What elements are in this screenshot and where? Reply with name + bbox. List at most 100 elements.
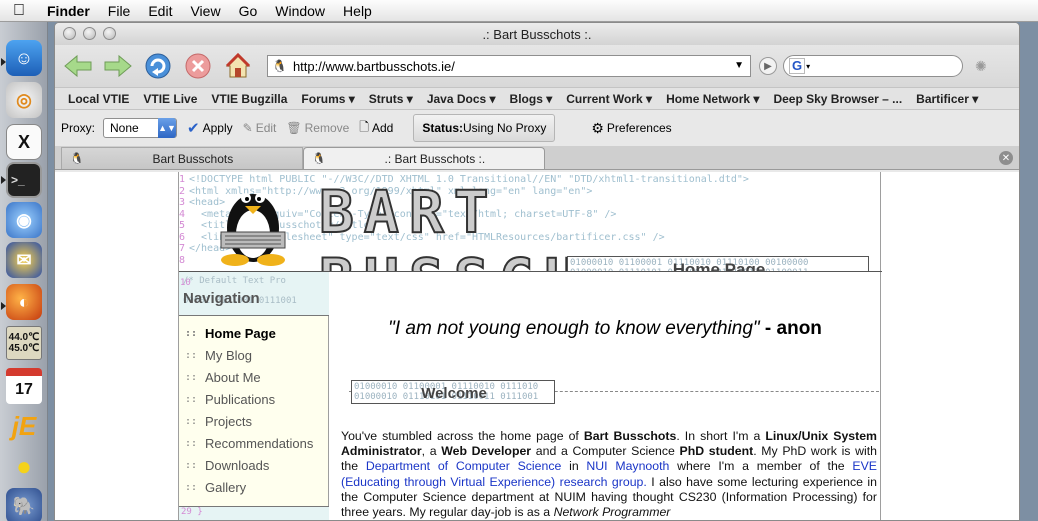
menu-app-finder[interactable]: Finder: [38, 3, 99, 19]
proxy-status-button[interactable]: Status: Using No Proxy: [413, 114, 556, 142]
tab-bart-busschots[interactable]: 🐧 Bart Busschots: [61, 147, 303, 169]
apply-proxy-button[interactable]: ✔ Apply: [187, 119, 233, 137]
welcome-title: Welcome: [421, 385, 487, 402]
system-app-icon[interactable]: ◎: [6, 82, 42, 118]
window-titlebar[interactable]: .: Bart Busschots :.: [55, 23, 1019, 45]
stop-icon: [185, 53, 211, 79]
navigation-title: Navigation: [183, 290, 260, 307]
page-title: Home Page: [672, 260, 766, 272]
bookmark-folder-bartificer[interactable]: Bartificer ▾: [909, 92, 985, 106]
tab-favicon-icon: 🐧: [312, 153, 326, 165]
edit-proxy-button[interactable]: ✎ Edit: [243, 121, 277, 135]
main-content: "I am not young enough to know everythin…: [331, 272, 879, 520]
navigation-list: :: Home Page :: My Blog :: About Me :: Publi…: [179, 322, 313, 498]
site-header: 1 <!DOCTYPE html PUBLIC "-//W3C//DTD XHTM…: [179, 172, 882, 272]
menu-go[interactable]: Go: [230, 3, 267, 19]
minimize-window-button[interactable]: [83, 27, 96, 40]
url-bar[interactable]: 🐧 http://www.bartbusschots.ie/ ▼: [267, 55, 751, 77]
link-department-of-computer-science[interactable]: Department of Computer Science: [366, 459, 562, 473]
search-box[interactable]: G ▾: [783, 55, 963, 77]
menu-edit[interactable]: Edit: [139, 3, 181, 19]
add-proxy-button[interactable]: 🗋 Add: [359, 118, 393, 139]
x11-icon[interactable]: X: [6, 124, 42, 160]
home-icon: [225, 52, 251, 78]
remove-label: Remove: [304, 121, 350, 135]
menu-window[interactable]: Window: [266, 3, 334, 19]
thunderbird-icon[interactable]: ✉: [6, 242, 42, 278]
nav-item-downloads[interactable]: :: Downloads: [179, 454, 313, 476]
proxy-select[interactable]: None ▲▼: [103, 118, 178, 138]
bookmark-vtie-bugzilla[interactable]: VTIE Bugzilla: [204, 92, 294, 106]
nav-item-home-page[interactable]: :: Home Page: [179, 322, 313, 344]
back-button[interactable]: [61, 49, 95, 83]
dock: ☺ ◎ X >_ ◉ ✉ ◐ 44.0℃ 45.0℃ 17 jE ● 🐘: [0, 22, 48, 521]
close-tab-icon[interactable]: ✕: [999, 151, 1013, 165]
temp-reading-2: 45.0℃: [8, 343, 40, 354]
quote: "I am not young enough to know everythin…: [331, 318, 879, 340]
go-button[interactable]: ▶: [759, 57, 777, 75]
network-utility-icon[interactable]: ◉: [6, 202, 42, 238]
zoom-window-button[interactable]: [103, 27, 116, 40]
postgres-icon[interactable]: 🐘: [6, 488, 42, 521]
nav-item-projects[interactable]: :: Projects: [179, 410, 313, 432]
ical-icon[interactable]: 17: [6, 368, 42, 404]
bookmark-deep-sky-browser[interactable]: Deep Sky Browser – ...: [766, 92, 909, 106]
select-arrows-icon: ▲▼: [158, 118, 177, 138]
proxy-toolbar: Proxy: None ▲▼ ✔ Apply ✎ Edit 🗑 Remove 🗋…: [55, 110, 1019, 146]
nav-item-about-me[interactable]: :: About Me: [179, 366, 313, 388]
tab-label: Bart Busschots: [152, 151, 234, 166]
checkmark-icon: ✔: [187, 120, 200, 137]
bookmark-folder-home-network[interactable]: Home Network ▾: [659, 92, 766, 106]
tab-label: .: Bart Busschots :.: [384, 151, 486, 166]
home-button[interactable]: [221, 49, 255, 83]
url-history-dropdown-icon[interactable]: ▼: [734, 60, 744, 71]
nav-item-recommendations[interactable]: :: Recommendations: [179, 432, 313, 454]
forward-arrow-icon: [104, 54, 132, 78]
finder-icon[interactable]: ☺: [6, 40, 42, 76]
bookmark-local-vtie[interactable]: Local VTIE: [61, 92, 136, 106]
nav-item-gallery[interactable]: :: Gallery: [179, 476, 313, 498]
edit-label: Edit: [255, 121, 277, 135]
site-favicon: 🐧: [272, 59, 287, 73]
link-nui-maynooth[interactable]: NUI Maynooth: [586, 459, 669, 473]
tab-bart-busschots-active[interactable]: 🐧 .: Bart Busschots :.: [303, 147, 545, 169]
jedit-icon[interactable]: jE: [6, 408, 42, 444]
close-window-button[interactable]: [63, 27, 76, 40]
bookmarks-toolbar: Local VTIE VTIE Live VTIE Bugzilla Forum…: [55, 87, 1019, 110]
stop-button[interactable]: [181, 49, 215, 83]
forward-button[interactable]: [101, 49, 135, 83]
google-search-icon[interactable]: G: [789, 58, 806, 74]
reload-button[interactable]: [141, 49, 175, 83]
terminal-icon[interactable]: >_: [6, 162, 42, 198]
temp-reading-1: 44.0℃: [8, 332, 40, 343]
bookmark-vtie-live[interactable]: VTIE Live: [136, 92, 204, 106]
bookmark-folder-forums[interactable]: Forums ▾: [294, 92, 361, 106]
apple-menu-icon[interactable]: : [0, 2, 38, 20]
nav-item-publications[interactable]: :: Publications: [179, 388, 313, 410]
bookmark-folder-blogs[interactable]: Blogs ▾: [503, 92, 560, 106]
tux-penguin-logo-icon: [220, 193, 286, 266]
remove-proxy-button[interactable]: 🗑 Remove: [286, 121, 349, 135]
go-arrow-icon: ▶: [764, 60, 772, 72]
temperature-monitor[interactable]: 44.0℃ 45.0℃: [6, 326, 42, 360]
menubar:  Finder File Edit View Go Window Help: [0, 0, 1038, 22]
firefox-icon[interactable]: ◐: [6, 284, 42, 320]
bookmark-folder-java-docs[interactable]: Java Docs ▾: [420, 92, 503, 106]
page-viewport[interactable]: 1 <!DOCTYPE html PUBLIC "-//W3C//DTD XHTM…: [55, 172, 1019, 520]
preferences-label: Preferences: [606, 121, 672, 135]
search-engine-dropdown-icon[interactable]: ▾: [806, 62, 810, 71]
bookmark-folder-current-work[interactable]: Current Work ▾: [559, 92, 659, 106]
cyberduck-icon[interactable]: ●: [6, 448, 42, 484]
page-heading-box: 01000010 01100001 01110010 01110100 0010…: [567, 256, 869, 272]
reload-icon: [145, 53, 171, 79]
bookmark-folder-struts[interactable]: Struts ▾: [362, 92, 420, 106]
window-title: .: Bart Busschots :.: [482, 26, 592, 42]
menu-view[interactable]: View: [181, 3, 229, 19]
url-text: http://www.bartbusschots.ie/: [292, 58, 455, 74]
nav-item-my-blog[interactable]: :: My Blog: [179, 344, 313, 366]
tab-favicon-icon: 🐧: [70, 153, 84, 165]
menu-help[interactable]: Help: [334, 3, 381, 19]
gear-icon: ⚙: [591, 119, 604, 136]
proxy-preferences-button[interactable]: ⚙ Preferences: [591, 120, 671, 137]
menu-file[interactable]: File: [99, 3, 140, 19]
